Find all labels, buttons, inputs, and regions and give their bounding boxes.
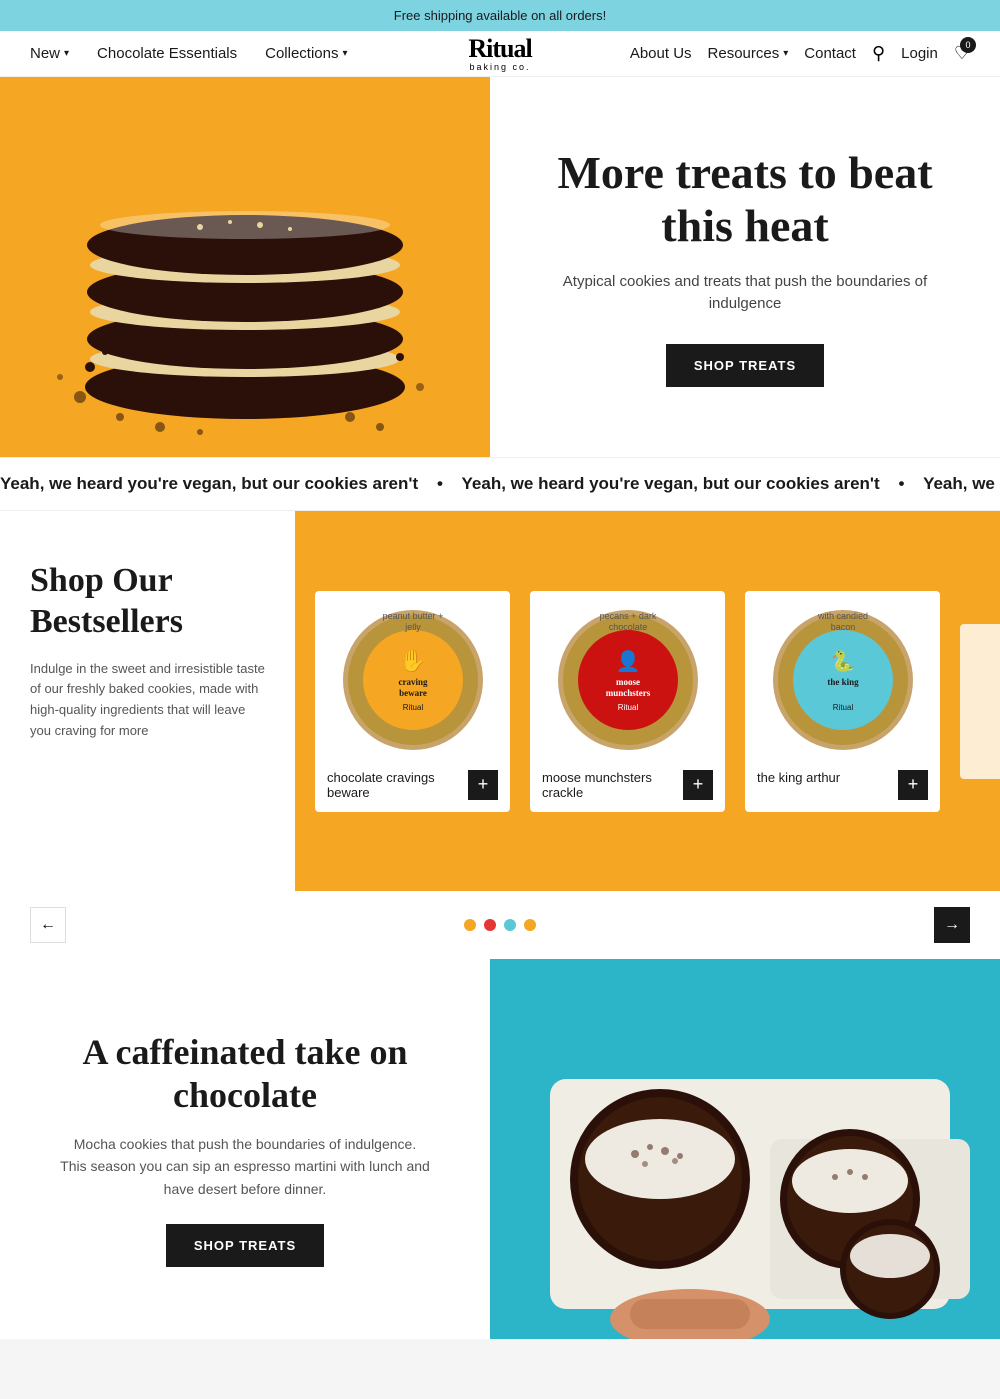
product-info-2: moose munchsters crackle +	[542, 770, 713, 800]
svg-text:chocolate: chocolate	[608, 622, 647, 632]
svg-text:Ritual: Ritual	[402, 703, 423, 712]
bestsellers-title: Shop Our Bestsellers	[30, 561, 265, 643]
svg-text:👤: 👤	[615, 649, 640, 673]
svg-text:beware: beware	[399, 688, 427, 698]
mocha-content: A caffeinated take on chocolate Mocha co…	[0, 959, 490, 1339]
chevron-down-icon: ▾	[783, 48, 788, 59]
product-cookie-1: ✋ craving beware Ritual peanut butter + …	[333, 603, 493, 758]
hero-content: More treats to beat this heat Atypical c…	[490, 77, 1000, 457]
product-image-3: 🐍 the king Ritual with candied bacon	[763, 603, 923, 758]
svg-text:peanut butter +: peanut butter +	[382, 611, 443, 621]
carousel-dot-4[interactable]	[524, 919, 536, 931]
logo-name: Ritual	[468, 36, 531, 62]
cookie-stack-illustration	[0, 77, 490, 457]
product-name-3: the king arthur	[757, 770, 890, 785]
chevron-down-icon: ▾	[343, 48, 348, 59]
mocha-cta-button[interactable]: SHOP TREATS	[166, 1224, 324, 1267]
login-link[interactable]: Login	[901, 45, 938, 62]
product-cookie-2: 👤 moose munchsters Ritual pecans + dark …	[548, 603, 708, 758]
nav-item-about[interactable]: About Us	[630, 45, 692, 62]
carousel-controls: ← →	[0, 891, 1000, 959]
svg-text:with candied: with candied	[816, 611, 867, 621]
mocha-title: A caffeinated take on chocolate	[60, 1031, 430, 1117]
svg-text:jelly: jelly	[404, 622, 421, 632]
add-to-cart-button-3[interactable]: +	[898, 770, 928, 800]
product-info-1: chocolate cravings beware +	[327, 770, 498, 800]
partial-product-card	[960, 624, 1000, 779]
hero-image	[0, 77, 490, 457]
product-image-2: 👤 moose munchsters Ritual pecans + dark …	[548, 603, 708, 758]
svg-text:munchsters: munchsters	[605, 688, 650, 698]
add-to-cart-button-2[interactable]: +	[683, 770, 713, 800]
footer-partial	[0, 1339, 1000, 1399]
logo-sub: baking co.	[468, 62, 531, 72]
product-name-1: chocolate cravings beware	[327, 770, 460, 800]
nav-right: About Us Resources ▾ Contact ⚲ Login ♡ 0	[630, 43, 970, 64]
product-image-1: ✋ craving beware Ritual peanut butter + …	[333, 603, 493, 758]
svg-text:Ritual: Ritual	[832, 703, 853, 712]
announcement-bar: Free shipping available on all orders!	[0, 0, 1000, 31]
mocha-image	[490, 959, 1000, 1339]
search-icon[interactable]: ⚲	[872, 43, 885, 64]
svg-text:craving: craving	[398, 677, 427, 687]
nav-item-new[interactable]: New ▾	[30, 45, 69, 62]
marquee-section: Yeah, we heard you're vegan, but our coo…	[0, 457, 1000, 511]
logo[interactable]: Ritual baking co.	[468, 36, 531, 72]
hero-title: More treats to beat this heat	[530, 147, 960, 253]
product-card: 🐍 the king Ritual with candied bacon the…	[745, 591, 940, 812]
carousel-dot-1[interactable]	[464, 919, 476, 931]
hero-section: More treats to beat this heat Atypical c…	[0, 77, 1000, 457]
svg-text:moose: moose	[616, 677, 640, 687]
product-card: ✋ craving beware Ritual peanut butter + …	[315, 591, 510, 812]
svg-text:bacon: bacon	[830, 622, 855, 632]
add-to-cart-button-1[interactable]: +	[468, 770, 498, 800]
cart-button[interactable]: ♡ 0	[954, 43, 970, 64]
bestsellers-left: Shop Our Bestsellers Indulge in the swee…	[0, 511, 295, 891]
mocha-section: A caffeinated take on chocolate Mocha co…	[0, 959, 1000, 1339]
announcement-text: Free shipping available on all orders!	[394, 8, 606, 23]
nav-item-chocolate-essentials[interactable]: Chocolate Essentials	[97, 45, 237, 62]
cart-count: 0	[960, 37, 976, 53]
nav-left: New ▾ Chocolate Essentials Collections ▾	[30, 45, 348, 62]
nav-item-contact[interactable]: Contact	[804, 45, 856, 62]
carousel-dot-3[interactable]	[504, 919, 516, 931]
carousel-dot-2[interactable]	[484, 919, 496, 931]
svg-text:Ritual: Ritual	[617, 703, 638, 712]
hero-cta-button[interactable]: SHOP TREATS	[666, 344, 824, 387]
mocha-illustration	[490, 959, 1000, 1339]
svg-text:✋: ✋	[399, 648, 426, 673]
product-info-3: the king arthur +	[757, 770, 928, 800]
nav-item-resources[interactable]: Resources ▾	[708, 45, 789, 62]
navigation: New ▾ Chocolate Essentials Collections ▾…	[0, 31, 1000, 77]
chevron-down-icon: ▾	[64, 48, 69, 59]
carousel-next-button[interactable]: →	[934, 907, 970, 943]
carousel-dots	[464, 919, 536, 931]
bestsellers-description: Indulge in the sweet and irresistible ta…	[30, 659, 265, 742]
bestsellers-products: ✋ craving beware Ritual peanut butter + …	[295, 511, 1000, 891]
mocha-description: Mocha cookies that push the boundaries o…	[60, 1133, 430, 1200]
svg-text:pecans + dark: pecans + dark	[599, 611, 656, 621]
svg-text:the king: the king	[827, 677, 859, 687]
carousel-prev-button[interactable]: ←	[30, 907, 66, 943]
svg-text:🐍: 🐍	[830, 649, 855, 673]
nav-item-collections[interactable]: Collections ▾	[265, 45, 347, 62]
product-name-2: moose munchsters crackle	[542, 770, 675, 800]
hero-subtitle: Atypical cookies and treats that push th…	[530, 271, 960, 316]
marquee-text: Yeah, we heard you're vegan, but our coo…	[0, 474, 1000, 494]
bestsellers-section: Shop Our Bestsellers Indulge in the swee…	[0, 511, 1000, 891]
product-cookie-3: 🐍 the king Ritual with candied bacon	[763, 603, 923, 758]
product-card: 👤 moose munchsters Ritual pecans + dark …	[530, 591, 725, 812]
